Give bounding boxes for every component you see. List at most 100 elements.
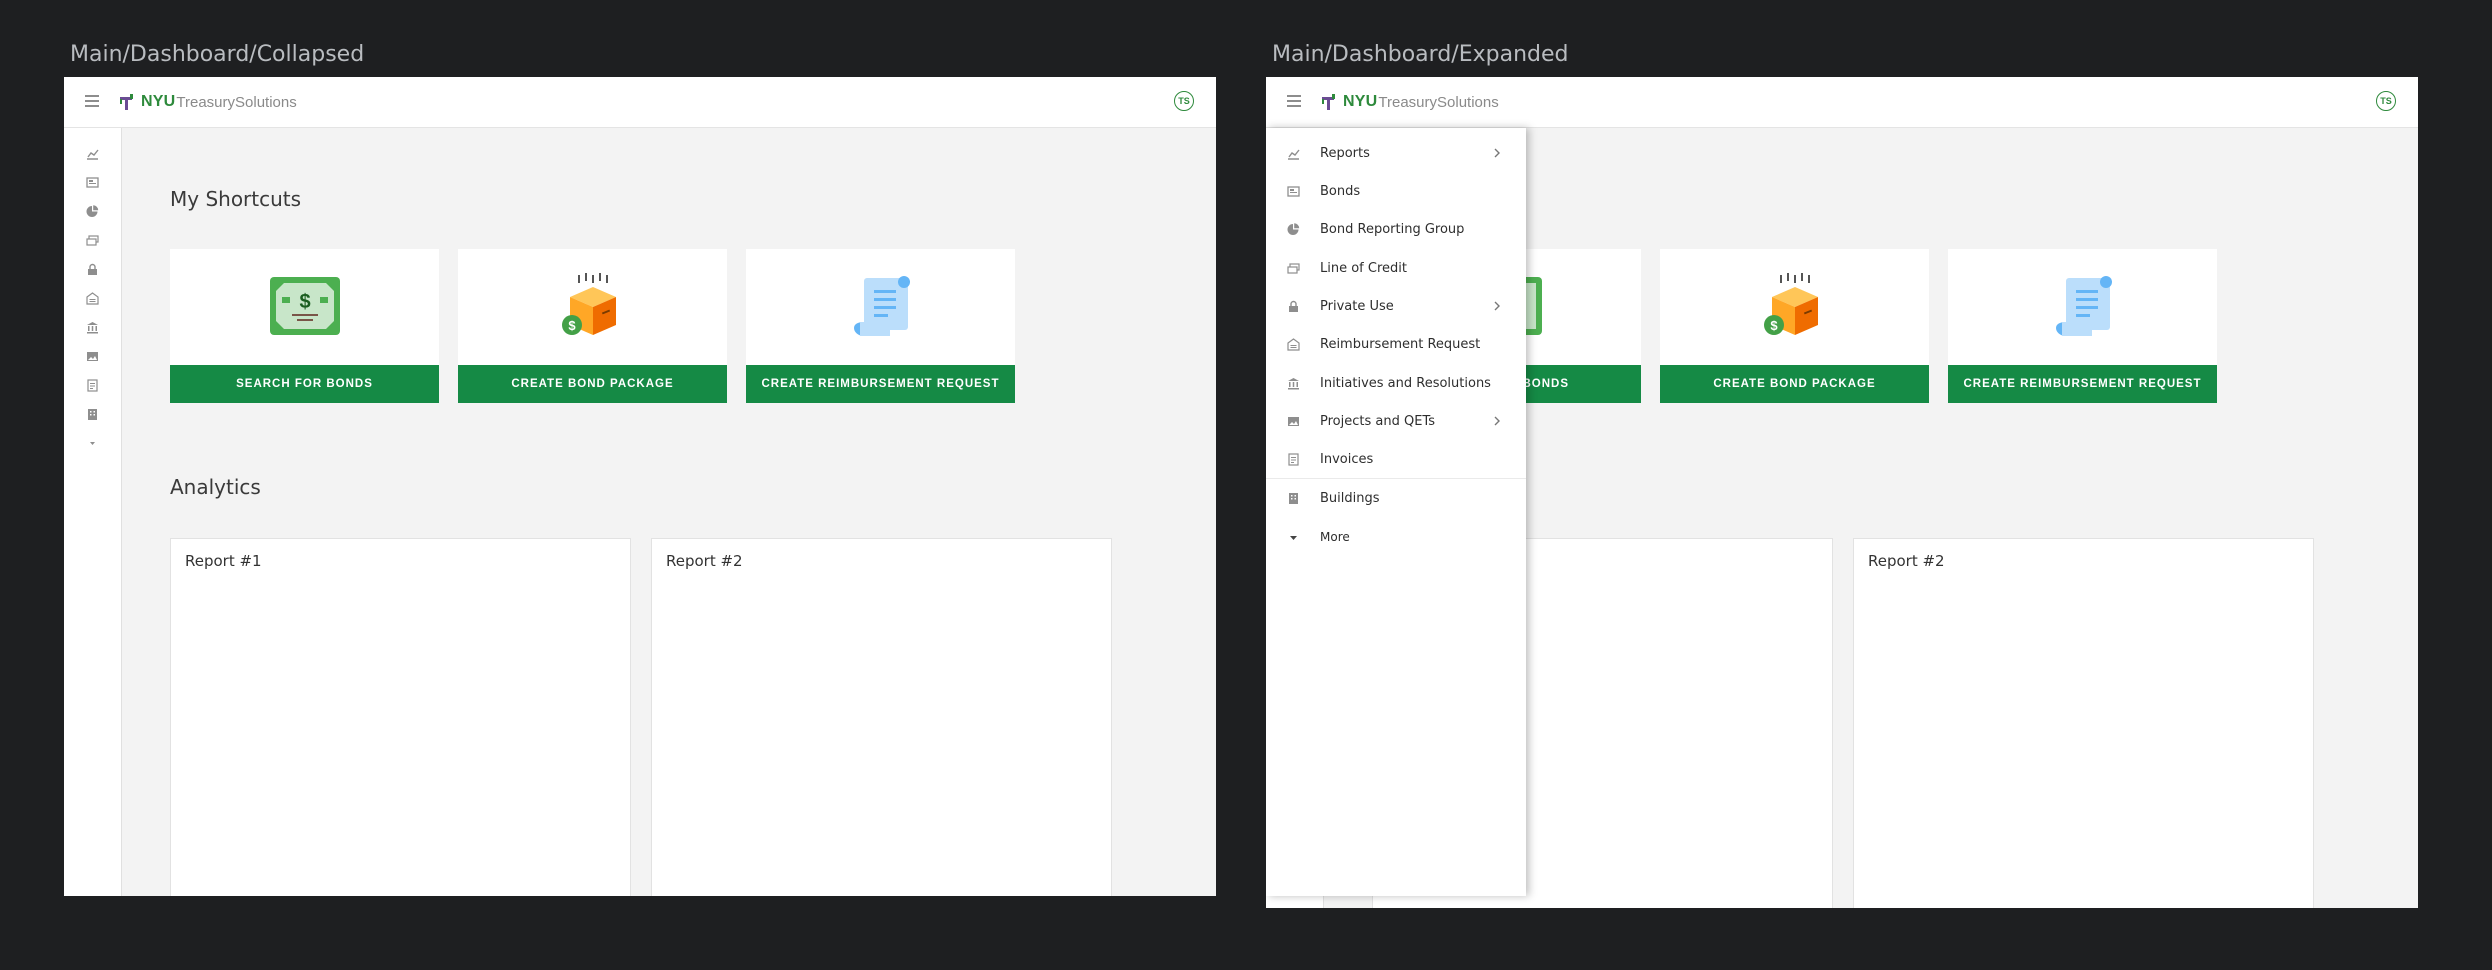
package-dollar-icon: $ — [1660, 249, 1929, 362]
rail-projects-icon[interactable] — [64, 341, 121, 371]
chart-icon — [1287, 147, 1300, 160]
top-bar: NYU TreasurySolutions TS — [1266, 77, 2418, 128]
menu-item-initiatives-and-resolutions[interactable]: Initiatives and Resolutions — [1266, 364, 1526, 402]
menu-item-label: Buildings — [1320, 490, 1380, 506]
chevron-right-icon — [1494, 301, 1500, 311]
dashboard-collapsed-frame: NYU TreasurySolutions TS My Shortcuts $ … — [64, 77, 1216, 896]
rail-reports-icon[interactable] — [64, 138, 121, 168]
menu-item-line-of-credit[interactable]: Line of Credit — [1266, 249, 1526, 287]
menu-item-label: Private Use — [1320, 298, 1394, 314]
torch-logo-icon — [120, 94, 133, 110]
chart-icon — [87, 149, 99, 160]
logo-product-text: TreasurySolutions — [176, 93, 297, 111]
rail-reimbursement-icon[interactable] — [64, 283, 121, 313]
svg-text:$: $ — [299, 291, 310, 313]
menu-item-projects-and-qets[interactable]: Projects and QETs — [1266, 402, 1526, 440]
user-avatar[interactable]: TS — [2376, 91, 2396, 111]
rail-more-icon[interactable] — [64, 428, 121, 458]
logo[interactable]: NYU TreasurySolutions — [119, 91, 297, 113]
my-shortcuts-title: My Shortcuts — [170, 187, 302, 211]
shortcut-card-create-reimbursement: CREATE REIMBURSEMENT REQUEST — [746, 249, 1015, 403]
cash-icon — [86, 234, 99, 246]
create-reimbursement-request-button[interactable]: CREATE REIMBURSEMENT REQUEST — [1948, 365, 2217, 403]
top-bar: NYU TreasurySolutions TS — [64, 77, 1216, 128]
menu-item-label: Line of Credit — [1320, 260, 1407, 276]
lock-icon — [88, 263, 97, 275]
chevron-right-icon — [1494, 416, 1500, 426]
pie-chart-icon — [86, 204, 99, 217]
svg-text:$: $ — [568, 318, 576, 333]
rail-line-of-credit-icon[interactable] — [64, 225, 121, 255]
institution-icon — [87, 321, 98, 333]
menu-item-private-use[interactable]: Private Use — [1266, 287, 1526, 325]
report-title: Report #1 — [185, 552, 262, 570]
image-icon — [1287, 415, 1300, 428]
menu-item-label: Projects and QETs — [1320, 413, 1435, 429]
svg-text:$: $ — [1770, 318, 1778, 333]
rail-buildings-icon[interactable] — [64, 399, 121, 429]
search-for-bonds-button[interactable]: SEARCH FOR BONDS — [170, 365, 439, 403]
shortcut-card-create-bond-package: $ CREATE BOND PACKAGE — [1660, 249, 1929, 403]
rail-bonds-icon[interactable] — [64, 167, 121, 197]
lock-icon — [1287, 300, 1300, 313]
sidebar-rail — [64, 128, 122, 896]
create-bond-package-button[interactable]: CREATE BOND PACKAGE — [458, 365, 727, 403]
menu-item-label: Bonds — [1320, 183, 1361, 199]
rail-bond-reporting-group-icon[interactable] — [64, 196, 121, 226]
shortcut-card-create-bond-package: $ CREATE BOND PACKAGE — [458, 249, 727, 403]
hamburger-icon[interactable] — [1287, 95, 1301, 107]
report-card-2: Report #2 — [651, 538, 1112, 896]
report-title: Report #2 — [1868, 552, 1945, 570]
invoice-icon — [1287, 452, 1300, 466]
menu-item-invoices[interactable]: Invoices — [1266, 440, 1526, 478]
rail-private-use-icon[interactable] — [64, 254, 121, 284]
frame-title-collapsed: Main/Dashboard/Collapsed — [70, 42, 365, 67]
create-bond-package-button[interactable]: CREATE BOND PACKAGE — [1660, 365, 1929, 403]
shortcut-card-search-bonds: $ SEARCH FOR BONDS — [170, 249, 439, 403]
logo-product-text: TreasurySolutions — [1378, 93, 1499, 111]
create-reimbursement-request-button[interactable]: CREATE REIMBURSEMENT REQUEST — [746, 365, 1015, 403]
hamburger-icon[interactable] — [85, 95, 99, 107]
menu-item-label: Initiatives and Resolutions — [1320, 375, 1491, 391]
scroll-document-icon — [746, 249, 1015, 362]
certificate-icon — [86, 176, 99, 188]
menu-item-bond-reporting-group[interactable]: Bond Reporting Group — [1266, 210, 1526, 248]
menu-item-more[interactable]: More — [1266, 518, 1526, 556]
logo-nyu-text: NYU — [141, 93, 176, 110]
analytics-title: Analytics — [170, 475, 261, 499]
frame-title-expanded: Main/Dashboard/Expanded — [1272, 42, 1569, 67]
certificate-icon — [1287, 185, 1300, 198]
scroll-document-icon — [1948, 249, 2217, 362]
menu-item-label: Reimbursement Request — [1320, 336, 1481, 352]
menu-item-label: Reports — [1320, 145, 1370, 161]
menu-item-bonds[interactable]: Bonds — [1266, 172, 1526, 210]
caret-down-icon — [1287, 531, 1300, 544]
main-content: My Shortcuts $ SEARCH FOR BONDS $ CREATE… — [122, 128, 1216, 896]
dashboard-expanded-frame: NYU TreasurySolutions TS My Shortcuts $ … — [1266, 77, 2418, 908]
nav-drawer: Reports Bonds Bond Reporting Group Line … — [1266, 128, 1526, 896]
image-icon — [87, 351, 98, 361]
pie-chart-icon — [1287, 222, 1300, 236]
menu-item-label: Bond Reporting Group — [1320, 221, 1465, 237]
garage-icon — [1287, 337, 1300, 351]
rail-invoices-icon[interactable] — [64, 370, 121, 400]
logo[interactable]: NYU TreasurySolutions — [1321, 91, 1499, 113]
package-dollar-icon: $ — [458, 249, 727, 362]
logo-nyu-text: NYU — [1343, 93, 1378, 110]
menu-item-label: More — [1320, 530, 1350, 544]
shortcut-card-create-reimbursement: CREATE REIMBURSEMENT REQUEST — [1948, 249, 2217, 403]
invoice-icon — [87, 378, 98, 392]
institution-icon — [1287, 377, 1300, 390]
menu-item-label: Invoices — [1320, 451, 1374, 467]
menu-item-buildings[interactable]: Buildings — [1266, 479, 1526, 517]
menu-item-reimbursement-request[interactable]: Reimbursement Request — [1266, 325, 1526, 363]
menu-item-reports[interactable]: Reports — [1266, 134, 1526, 172]
report-card-1: Report #1 — [170, 538, 631, 896]
rail-initiatives-icon[interactable] — [64, 312, 121, 342]
report-card-2: Report #2 — [1853, 538, 2314, 908]
money-bill-icon: $ — [170, 249, 439, 362]
caret-down-icon — [90, 441, 95, 445]
torch-logo-icon — [1322, 94, 1335, 110]
building-icon — [88, 408, 97, 420]
user-avatar[interactable]: TS — [1174, 91, 1194, 111]
